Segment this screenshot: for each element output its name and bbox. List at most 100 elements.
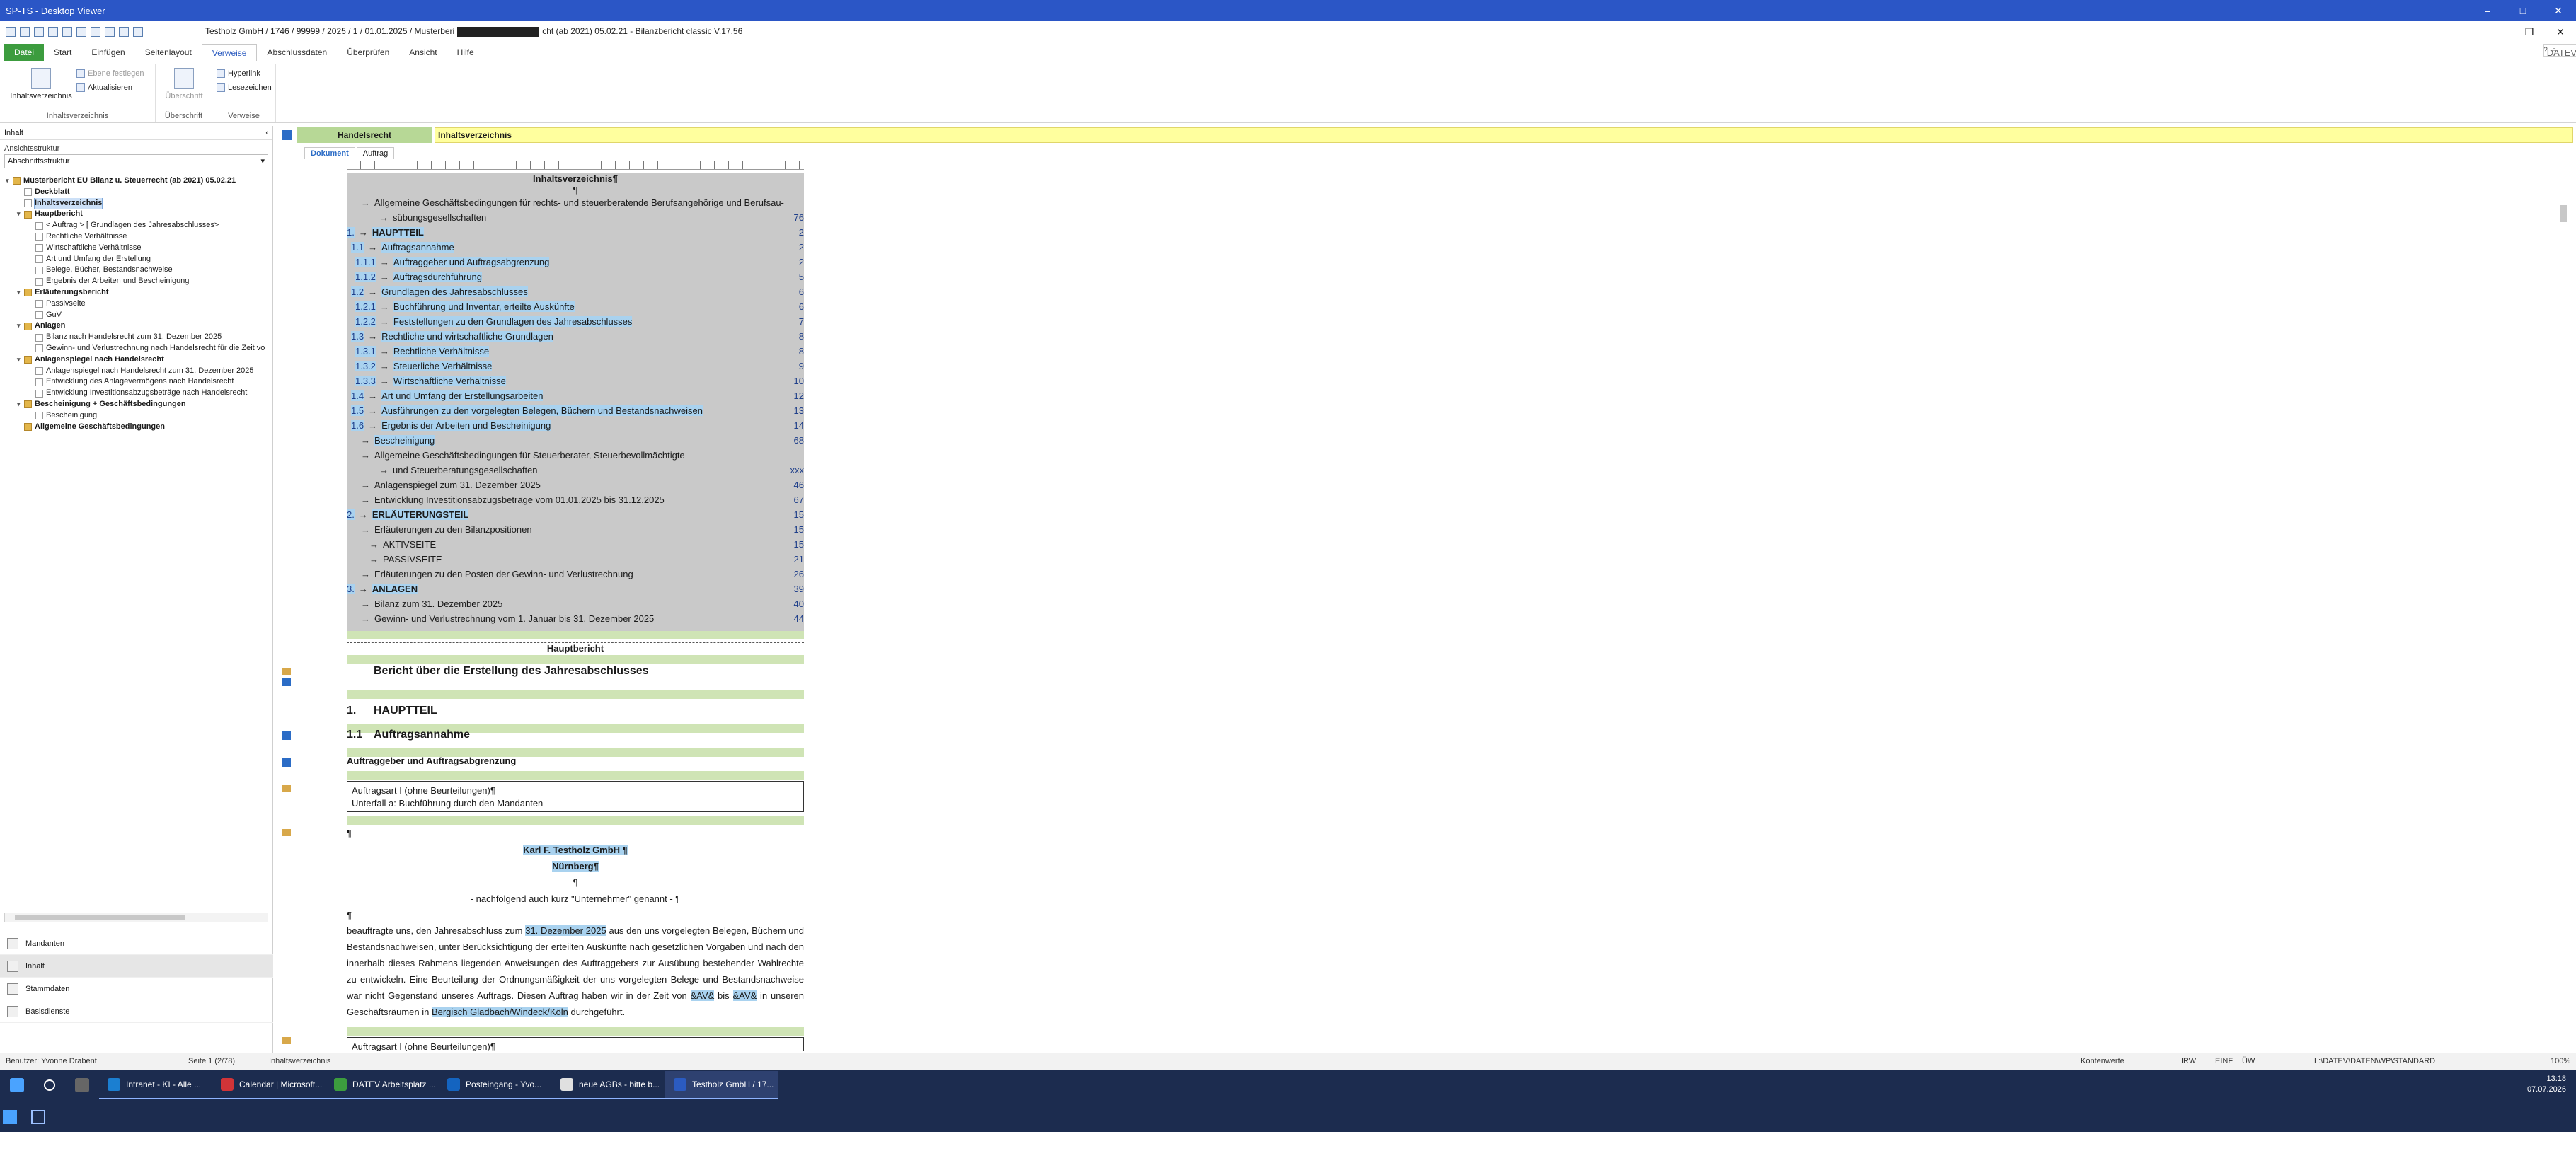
folder-marker-icon[interactable] [282, 829, 291, 836]
open-icon[interactable] [48, 26, 58, 37]
toc-entry[interactable]: 1.2.2 → Feststellungen zu den Grundlagen d… [347, 314, 804, 329]
collapse-icon[interactable]: ▾ [17, 209, 24, 220]
tree-item[interactable]: ▾ Anlagen [6, 320, 272, 332]
collapse-icon[interactable]: ▾ [17, 399, 24, 410]
info-icon[interactable] [282, 130, 292, 140]
toc-entry[interactable]: → Allgemeine Geschäftsbedingungen für rec… [347, 195, 804, 210]
tree-item[interactable]: ▾ Erläuterungsbericht [6, 287, 272, 299]
toc-entry[interactable]: 1.1 → Auftragsannahme 2 [347, 240, 804, 255]
tab-ansicht[interactable]: Ansicht [399, 44, 447, 61]
desktop-icon[interactable] [31, 1110, 45, 1124]
tree-item[interactable]: GuV [6, 310, 272, 321]
horizontal-scrollbar[interactable] [4, 913, 268, 922]
toc-entry[interactable]: → Bilanz zum 31. Dezember 2025 40 [347, 596, 804, 611]
folder-marker-icon[interactable] [282, 668, 291, 675]
tree-item[interactable]: < Auftrag > [ Grundlagen des Jahresabsch… [6, 220, 272, 231]
tree-item[interactable]: Allgemeine Geschäftsbedingungen [6, 422, 272, 433]
scrollbar-thumb[interactable] [2560, 205, 2567, 222]
undo-icon[interactable] [20, 26, 30, 37]
toc-entry[interactable]: → AKTIVSEITE 15 [347, 537, 804, 552]
order-type-box[interactable]: Auftragsart I (ohne Beurteilungen)¶ Unte… [347, 781, 804, 812]
date-field[interactable]: 31. Dezember 2025 [525, 925, 606, 936]
info-marker-icon[interactable] [282, 678, 291, 686]
search-icon[interactable] [44, 1079, 55, 1091]
toc-entry[interactable]: → Anlagenspiegel zum 31. Dezember 2025 46 [347, 477, 804, 492]
tab-abschlussdaten[interactable]: Abschlussdaten [257, 44, 337, 61]
toc-entry[interactable]: → Erläuterungen zu den Posten der Gewinn-… [347, 567, 804, 581]
toc-entry[interactable]: 1.1.1 → Auftraggeber und Auftragsabgrenzun… [347, 255, 804, 270]
toc-entry[interactable]: 2. → ERLÄUTERUNGSTEIL 15 [347, 507, 804, 522]
folder-marker-icon[interactable] [282, 785, 291, 792]
taskbar-app[interactable]: Testholz GmbH / 17... [665, 1071, 778, 1099]
nav-inhalt[interactable]: Inhalt [0, 955, 273, 978]
preview-icon[interactable] [91, 26, 100, 37]
system-tray-clock[interactable]: 13:18 07.07.2026 [2527, 1074, 2566, 1095]
toc-entry[interactable]: → Gewinn- und Verlustrechnung vom 1. Janu… [347, 611, 804, 626]
info-marker-icon[interactable] [282, 758, 291, 767]
tab-dokument[interactable]: Dokument [304, 147, 355, 159]
toc-entry[interactable]: 1.4 → Art und Umfang der Erstellungsarbeit… [347, 388, 804, 403]
copy-icon[interactable] [105, 26, 115, 37]
tree-item[interactable]: Art und Umfang der Erstellung [6, 254, 272, 265]
toc-entry[interactable]: 1.3.1 → Rechtliche Verhältnisse 8 [347, 344, 804, 359]
tree-item[interactable]: ▾ Anlagenspiegel nach Handelsrecht [6, 354, 272, 366]
inhaltsverzeichnis-button[interactable]: Inhaltsverzeichnis [7, 68, 75, 100]
tree-item[interactable]: Inhaltsverzeichnis [6, 197, 272, 209]
tree-item[interactable]: Bescheinigung [6, 410, 272, 422]
tree-item[interactable]: Entwicklung des Anlagevermögens nach Han… [6, 376, 272, 388]
toc-entry[interactable]: → Erläuterungen zu den Bilanzpositionen 15 [347, 522, 804, 537]
place-field[interactable]: Bergisch Gladbach/Windeck/Köln [431, 1007, 568, 1017]
toc-entry[interactable]: 1. → HAUPTTEIL 2 [347, 225, 804, 240]
tree-item[interactable]: Gewinn- und Verlustrechnung nach Handels… [6, 343, 272, 354]
toc-entry[interactable]: → PASSIVSEITE 21 [347, 552, 804, 567]
tree-item[interactable]: Deckblatt [6, 187, 272, 198]
folder-marker-icon[interactable] [282, 1037, 291, 1044]
tree-item[interactable]: Wirtschaftliche Verhältnisse [6, 243, 272, 254]
tree-item[interactable]: Belege, Bücher, Bestandsnachweise [6, 265, 272, 276]
toc-entry[interactable]: 1.6 → Ergebnis der Arbeiten und Bescheinig… [347, 418, 804, 433]
doc-close-button[interactable]: ✕ [2545, 21, 2576, 42]
start-icon[interactable] [10, 1078, 24, 1092]
ebene-festlegen-button[interactable]: Ebene festlegen [76, 69, 144, 78]
toc-entry[interactable]: → Bescheinigung 68 [347, 433, 804, 448]
collapse-icon[interactable]: ▾ [6, 175, 13, 187]
tree-icon[interactable] [119, 26, 129, 37]
tab-hilfe[interactable]: Hilfe [447, 44, 484, 61]
maximize-button[interactable]: □ [2505, 0, 2541, 21]
minimize-button[interactable]: – [2470, 0, 2505, 21]
placeholder-field[interactable]: &AV& [690, 990, 715, 1001]
info-marker-icon[interactable] [282, 731, 291, 740]
taskbar-app[interactable]: Calendar | Microsoft... [212, 1071, 326, 1099]
collapse-icon[interactable]: ▾ [17, 354, 24, 366]
taskbar-app[interactable]: neue AGBs - bitte b... [552, 1071, 665, 1099]
tab-einfuegen[interactable]: Einfügen [81, 44, 134, 61]
tree-item[interactable]: Bilanz nach Handelsrecht zum 31. Dezembe… [6, 332, 272, 343]
tree-item[interactable]: Anlagenspiegel nach Handelsrecht zum 31.… [6, 366, 272, 377]
toc-entry[interactable]: → und Steuerberatungsgesellschaften xxx [347, 463, 804, 477]
vertical-scrollbar[interactable] [2558, 190, 2568, 1053]
help-center-search[interactable]: DATEV Hilfe-Center [2543, 43, 2576, 58]
hyperlink-button[interactable]: Hyperlink [217, 69, 260, 78]
nav-stammdaten[interactable]: Stammdaten [0, 978, 273, 1000]
secondary-clock[interactable]: 13:18 07.07.2026 [2527, 1137, 2566, 1158]
toc-entry[interactable]: 1.3.3 → Wirtschaftliche Verhältnisse 10 [347, 374, 804, 388]
tab-datei[interactable]: Datei [4, 44, 45, 61]
toc-entry[interactable]: 1.2 → Grundlagen des Jahresabschlusses 6 [347, 284, 804, 299]
toc-entry[interactable]: → Entwicklung Investitionsabzugsbeträge v… [347, 492, 804, 507]
tree-item[interactable]: ▾ Musterbericht EU Bilanz u. Steuerrecht … [6, 175, 272, 187]
tree-item[interactable]: Entwicklung Investitionsabzugsbeträge na… [6, 388, 272, 399]
toc-entry[interactable]: 1.3 → Rechtliche und wirtschaftliche Grund… [347, 329, 804, 344]
collapse-icon[interactable]: ▾ [17, 320, 24, 332]
taskbar-app[interactable]: Posteingang - Yvo... [439, 1071, 552, 1099]
toc-entry[interactable]: 1.3.2 → Steuerliche Verhältnisse 9 [347, 359, 804, 374]
toc-entry[interactable]: 1.1.2 → Auftragsdurchführung 5 [347, 270, 804, 284]
placeholder-field[interactable]: &AV& [732, 990, 757, 1001]
taskbar-app[interactable]: Intranet - KI - Alle ... [99, 1071, 212, 1099]
tab-start[interactable]: Start [44, 44, 81, 61]
toc-entry[interactable]: 1.5 → Ausführungen zu den vorgelegten Bele… [347, 403, 804, 418]
close-button[interactable]: ✕ [2541, 0, 2576, 21]
document-page[interactable]: Inhaltsverzeichnis¶ ¶ → Allgemeine Geschä… [347, 173, 804, 1051]
view-structure-select[interactable]: Abschnittsstruktur ▾ [4, 154, 268, 168]
tab-verweise[interactable]: Verweise [201, 44, 258, 61]
save-icon[interactable] [62, 26, 72, 37]
